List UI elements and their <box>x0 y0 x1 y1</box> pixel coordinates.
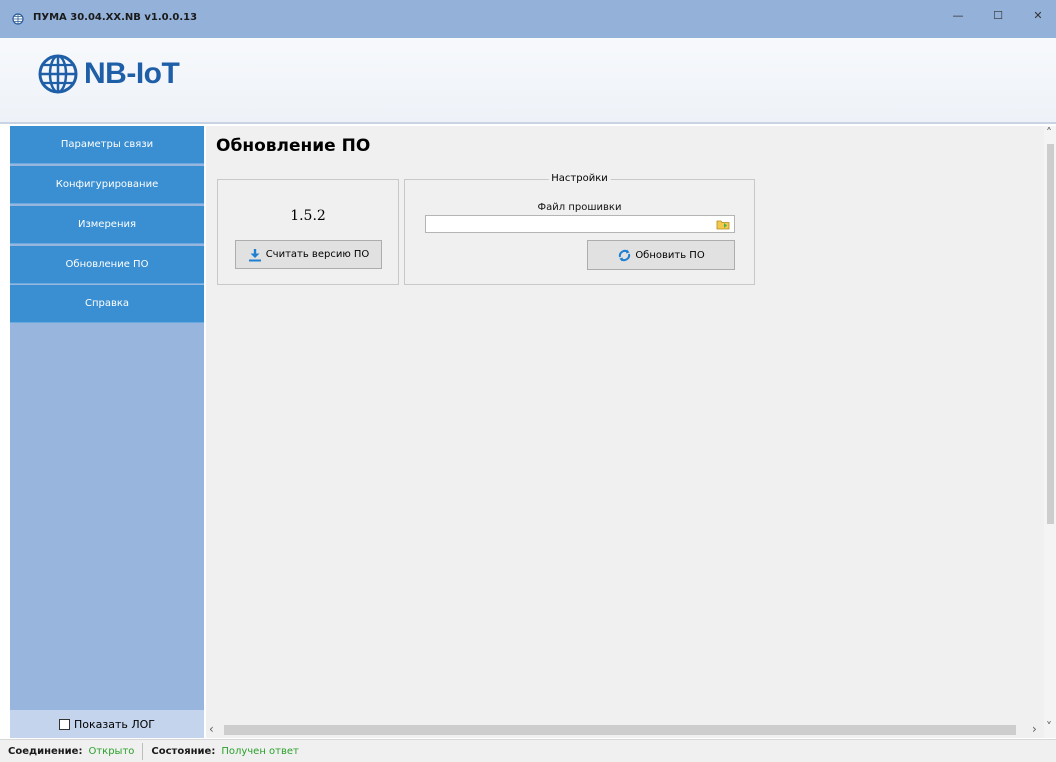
update-firmware-button-label: Обновить ПО <box>635 249 705 261</box>
sidebar-item-configuration[interactable]: Конфигурирование <box>10 166 204 204</box>
minimize-icon: — <box>952 8 964 22</box>
sidebar-item-connection-params[interactable]: Параметры связи <box>10 126 204 164</box>
status-bar: Соединение: Открыто Состояние: Получен о… <box>0 739 1056 762</box>
vertical-scroll-thumb[interactable] <box>1047 144 1054 524</box>
sidebar-item-label: Конфигурирование <box>55 179 159 190</box>
minimize-button[interactable]: — <box>938 0 978 30</box>
connection-value: Открыто <box>88 745 135 757</box>
sidebar-item-help[interactable]: Справка <box>10 285 204 323</box>
scroll-left-icon[interactable]: ‹ <box>209 722 214 736</box>
download-arrow-icon <box>248 248 261 261</box>
sidebar-item-label: Измерения <box>77 219 137 230</box>
maximize-icon: ☐ <box>993 8 1003 22</box>
globe-icon <box>38 54 78 94</box>
device-state-status: Состояние: Получен ответ <box>143 740 306 762</box>
state-label: Состояние: <box>151 745 216 757</box>
connection-label: Соединение: <box>8 745 83 757</box>
app-header: NB-IoT <box>0 38 1056 124</box>
refresh-icon <box>619 249 631 261</box>
folder-browse-icon[interactable] <box>716 218 730 230</box>
maximize-button[interactable]: ☐ <box>978 0 1018 30</box>
sidebar-item-label: Обновление ПО <box>65 259 149 270</box>
read-version-button[interactable]: Считать версию ПО <box>235 240 382 269</box>
scroll-right-icon[interactable]: › <box>1032 722 1037 736</box>
main-content: Обновление ПО 1.5.2 Считать версию ПО На… <box>206 126 1044 722</box>
show-log-toggle[interactable]: Показать ЛОГ <box>10 710 204 738</box>
show-log-label: Показать ЛОГ <box>73 717 155 731</box>
version-panel: 1.5.2 Считать версию ПО <box>217 179 399 285</box>
show-log-checkbox[interactable] <box>58 718 70 730</box>
settings-legend: Настройки <box>548 173 611 184</box>
sidebar-item-label: Параметры связи <box>60 139 154 150</box>
read-version-button-label: Считать версию ПО <box>265 249 370 260</box>
sidebar-item-firmware-update[interactable]: Обновление ПО <box>10 246 204 284</box>
connection-status: Соединение: Открыто <box>0 740 142 762</box>
close-icon: ✕ <box>1033 8 1043 22</box>
window-titlebar[interactable]: ПУМА 30.04.XX.NB v1.0.0.13 — ☐ ✕ <box>0 0 1056 38</box>
vertical-scrollbar[interactable]: ˄ ˅ <box>1044 126 1056 738</box>
firmware-file-label: Файл прошивки <box>537 202 622 213</box>
firmware-version-value: 1.5.2 <box>290 208 326 224</box>
close-button[interactable]: ✕ <box>1018 0 1056 30</box>
sidebar: Параметры связи Конфигурирование Измерен… <box>10 126 204 738</box>
window-title: ПУМА 30.04.XX.NB v1.0.0.13 <box>33 12 198 23</box>
settings-panel: Настройки Файл прошивки Обновить ПО <box>404 173 755 285</box>
app-icon <box>12 13 24 25</box>
nb-iot-logo: NB-IoT <box>36 52 180 96</box>
scroll-down-icon[interactable]: ˅ <box>1046 720 1052 734</box>
page-title: Обновление ПО <box>216 136 371 156</box>
horizontal-scrollbar[interactable]: ‹ › <box>206 722 1044 738</box>
scroll-up-icon[interactable]: ˄ <box>1046 126 1052 140</box>
sidebar-item-label: Справка <box>84 298 130 309</box>
state-value: Получен ответ <box>221 745 299 757</box>
update-firmware-button[interactable]: Обновить ПО <box>587 240 735 270</box>
logo-text: NB-IoT <box>84 57 180 90</box>
sidebar-item-measurements[interactable]: Измерения <box>10 206 204 244</box>
firmware-file-input[interactable] <box>425 215 735 233</box>
horizontal-scroll-thumb[interactable] <box>224 725 1016 735</box>
